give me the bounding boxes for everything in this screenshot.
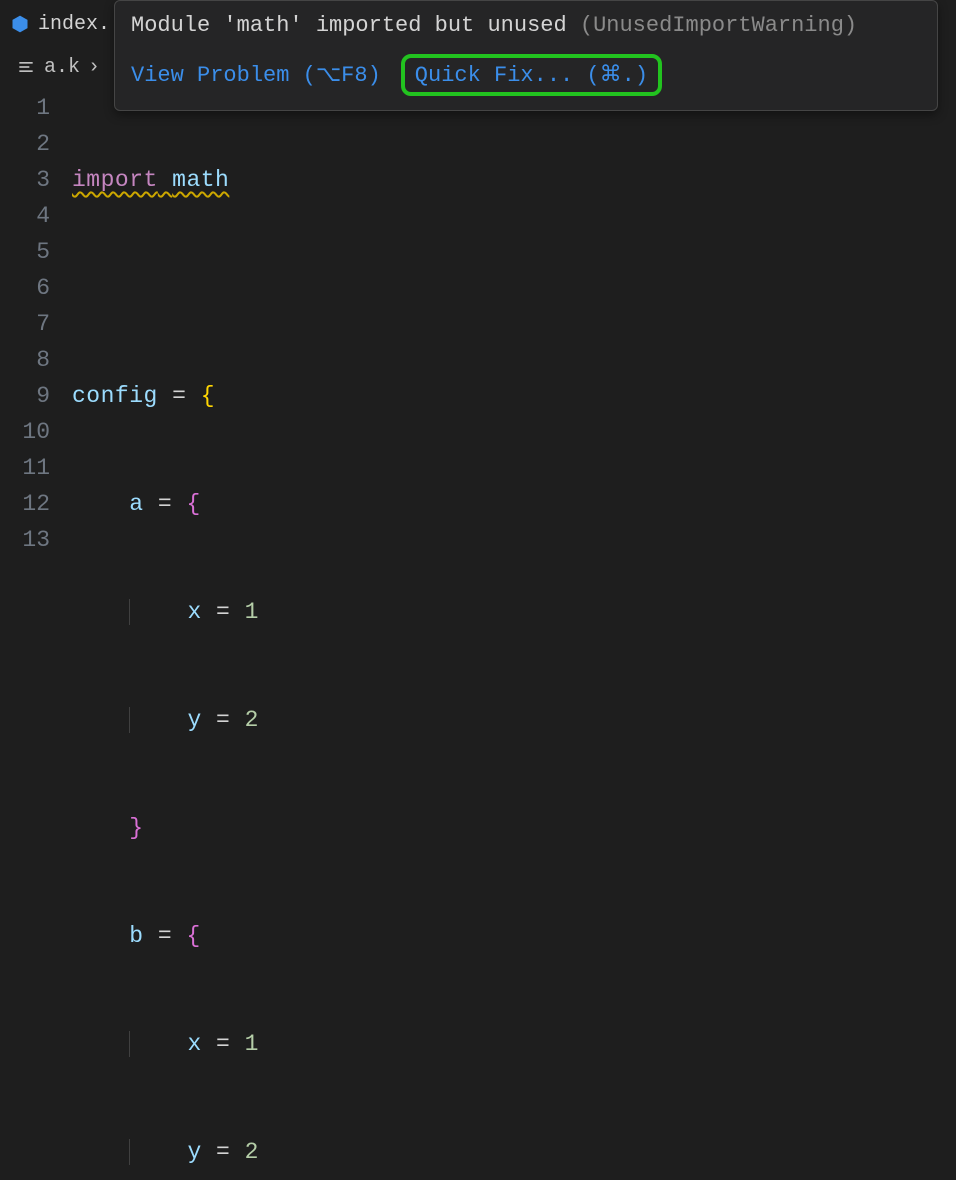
brace: { [186,923,200,949]
space [158,167,172,193]
editor[interactable]: 1 2 3 4 5 6 7 8 9 10 11 12 13 import mat… [0,86,956,1180]
editor-tab[interactable]: index. [0,0,120,48]
identifier: y [187,707,201,733]
code-line: import math [72,162,956,198]
code-line: x = 1 [72,1026,956,1062]
breadcrumb-file[interactable]: a.k [44,56,80,79]
code-line: y = 2 [72,1134,956,1170]
keyword: import [72,167,158,193]
indent [72,707,129,733]
operator: = [144,923,187,949]
code-line: config = { [72,378,956,414]
line-number: 8 [0,342,50,378]
identifier: b [129,923,143,949]
code-line: y = 2 [72,702,956,738]
number: 1 [245,1031,259,1057]
indent [72,491,129,517]
operator: = [144,491,187,517]
line-number: 5 [0,234,50,270]
indent [72,1139,129,1165]
indent [129,599,187,625]
line-number: 4 [0,198,50,234]
identifier: x [187,1031,201,1057]
indent [129,707,187,733]
tab-filename: index. [38,13,110,36]
identifier: a [129,491,143,517]
line-number: 9 [0,378,50,414]
identifier: x [187,599,201,625]
code-area[interactable]: import math config = { a = { x = 1 y = 2… [72,90,956,1180]
code-line: a = { [72,486,956,522]
file-icon [10,14,30,34]
identifier: math [172,167,229,193]
tooltip-message: Module 'math' imported but unused (Unuse… [115,1,937,44]
number: 1 [245,599,259,625]
brace: { [186,491,200,517]
line-number: 2 [0,126,50,162]
code-line [72,270,956,306]
operator: = [202,1031,245,1057]
brace: } [129,815,143,841]
indent [72,1031,129,1057]
identifier: config [72,383,158,409]
indent [129,1139,187,1165]
line-number: 6 [0,270,50,306]
indent [72,923,129,949]
line-number: 12 [0,486,50,522]
breadcrumb-icon [16,57,36,77]
indent [129,1031,187,1057]
operator: = [202,599,245,625]
line-number: 13 [0,522,50,558]
chevron-right-icon: › [88,56,100,79]
indent [72,815,129,841]
code-line: b = { [72,918,956,954]
operator: = [202,1139,245,1165]
number: 2 [245,707,259,733]
hover-tooltip: Module 'math' imported but unused (Unuse… [114,0,938,111]
identifier: y [187,1139,201,1165]
indent [72,599,129,625]
line-number: 7 [0,306,50,342]
operator: = [158,383,201,409]
line-number: 11 [0,450,50,486]
gutter: 1 2 3 4 5 6 7 8 9 10 11 12 13 [0,90,72,1180]
line-number: 10 [0,414,50,450]
operator: = [202,707,245,733]
line-number: 1 [0,90,50,126]
number: 2 [245,1139,259,1165]
tooltip-actions: View Problem (⌥F8) Quick Fix... (⌘.) [115,44,937,110]
code-line: } [72,810,956,846]
view-problem-button[interactable]: View Problem (⌥F8) [131,62,381,88]
line-number: 3 [0,162,50,198]
brace: { [201,383,215,409]
tooltip-message-text: Module 'math' imported but unused [131,13,567,38]
code-line: x = 1 [72,594,956,630]
quick-fix-button[interactable]: Quick Fix... (⌘.) [401,54,662,96]
tooltip-message-code: (UnusedImportWarning) [580,13,857,38]
